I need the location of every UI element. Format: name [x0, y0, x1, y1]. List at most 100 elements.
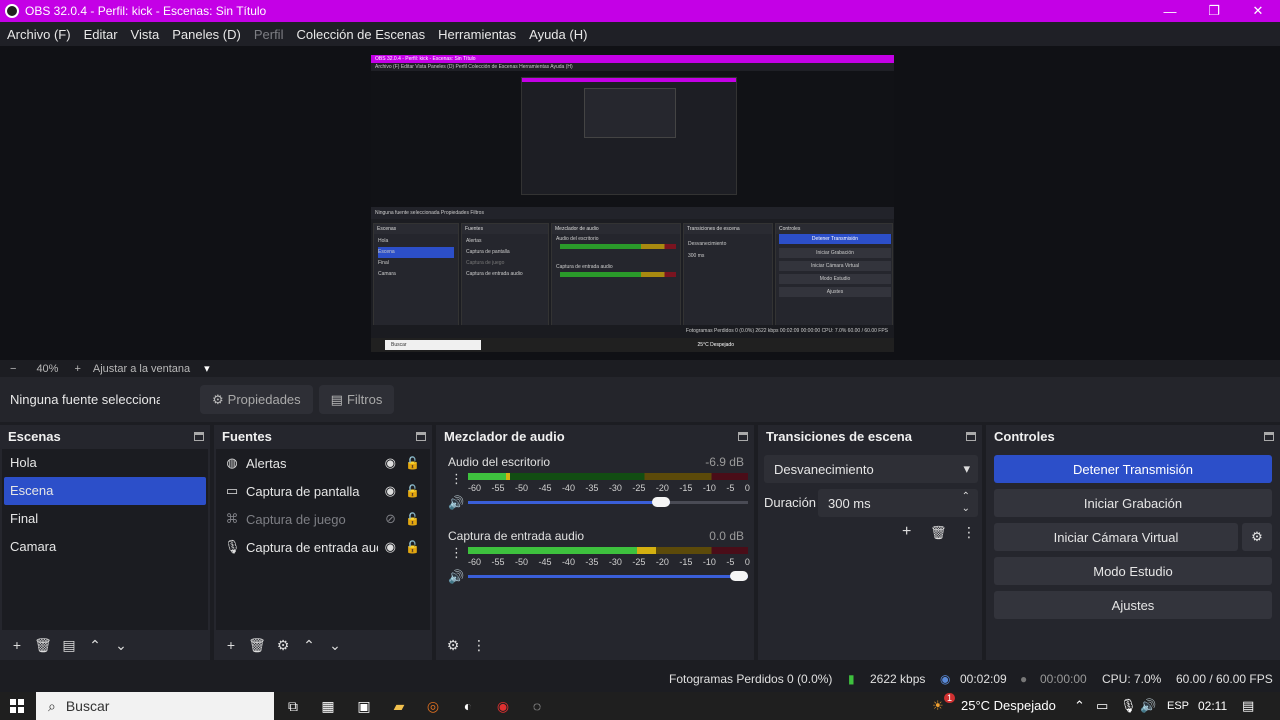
duration-input[interactable]: 300 ms ⌃ ⌄: [818, 489, 978, 517]
preview-canvas[interactable]: OBS 32.0.4 - Perfil: kick - Escenas: Sin…: [371, 55, 894, 352]
preview-area[interactable]: OBS 32.0.4 - Perfil: kick - Escenas: Sin…: [0, 46, 1280, 360]
speaker-icon[interactable]: 🔊: [448, 495, 464, 511]
volume-slider[interactable]: [468, 571, 748, 581]
eye-hidden-icon[interactable]: ⊘: [385, 511, 396, 527]
nested-button: Ajustes: [779, 287, 891, 297]
scene-item-final[interactable]: Final: [2, 505, 208, 533]
zoom-dropdown-arrow-icon[interactable]: ▾: [204, 362, 210, 375]
settings-button[interactable]: Ajustes: [994, 591, 1272, 619]
file-explorer-icon[interactable]: ▰: [390, 697, 408, 715]
notifications-icon[interactable]: ▤: [1242, 698, 1254, 714]
scene-filters-icon[interactable]: ▤: [56, 637, 82, 654]
virtual-camera-button[interactable]: Iniciar Cámara Virtual: [994, 523, 1238, 551]
source-item-alertas[interactable]: ◍ Alertas ◉ 🔓: [216, 449, 430, 477]
menu-vista[interactable]: Vista: [131, 27, 160, 42]
start-recording-button[interactable]: Iniciar Grabación: [994, 489, 1272, 517]
maximize-button[interactable]: ❐: [1192, 0, 1236, 22]
lock-icon[interactable]: 🔓: [405, 456, 420, 470]
minimize-button[interactable]: —: [1148, 0, 1192, 22]
mixer-menu-icon[interactable]: ⋮: [466, 637, 492, 654]
advanced-audio-icon[interactable]: ⚙: [440, 637, 466, 654]
zoom-in-button[interactable]: +: [74, 363, 80, 375]
scene-item-escena[interactable]: Escena: [4, 477, 206, 505]
task-view-icon[interactable]: ⧉: [284, 697, 302, 715]
menu-paneles[interactable]: Paneles (D): [172, 27, 241, 42]
add-scene-icon[interactable]: +: [4, 637, 30, 653]
undock-icon[interactable]: [738, 431, 748, 441]
eye-icon[interactable]: ◉: [385, 483, 396, 499]
nested-inner-canvas: [584, 88, 676, 138]
speaker-icon[interactable]: 🔊: [448, 569, 464, 585]
fit-to-window-label[interactable]: Ajustar a la ventana: [93, 363, 190, 375]
source-item-captura-juego[interactable]: ⌘ Captura de juego ⊘ 🔓: [216, 505, 430, 533]
widgets-icon[interactable]: ▦: [319, 697, 337, 715]
move-up-icon[interactable]: ⌃: [296, 637, 322, 654]
kebab-menu-icon[interactable]: ⋮: [450, 546, 463, 559]
chevron-up-icon[interactable]: ⌃: [1074, 698, 1085, 714]
lock-icon[interactable]: 🔓: [405, 512, 420, 526]
menu-coleccion-escenas[interactable]: Colección de Escenas: [296, 27, 425, 42]
obs-taskbar-icon[interactable]: ◌: [528, 697, 546, 715]
undock-icon[interactable]: [966, 431, 976, 441]
zoom-level: 40%: [36, 362, 59, 375]
source-toolbar: Ninguna fuente seleccionada ⚙ Propiedade…: [0, 377, 1280, 422]
move-down-icon[interactable]: ⌄: [108, 637, 134, 654]
remove-transition-icon[interactable]: 🗑: [930, 525, 947, 541]
volume-tray-icon[interactable]: 🔊: [1140, 698, 1156, 714]
properties-button[interactable]: ⚙ Propiedades: [200, 385, 313, 414]
menu-herramientas[interactable]: Herramientas: [438, 27, 516, 42]
filters-button[interactable]: ▤ Filtros: [318, 385, 395, 414]
source-item-captura-pantalla[interactable]: ▭ Captura de pantalla ◉ 🔓: [216, 477, 430, 505]
network-icon[interactable]: ▭: [1096, 698, 1108, 714]
menu-archivo[interactable]: Archivo (F): [7, 27, 71, 42]
transition-menu-icon[interactable]: ⋮: [962, 524, 976, 541]
red-app-icon[interactable]: ◉: [494, 697, 512, 715]
undock-icon[interactable]: [194, 431, 204, 441]
studio-mode-button[interactable]: Modo Estudio: [994, 557, 1272, 585]
menu-editar[interactable]: Editar: [84, 27, 118, 42]
close-button[interactable]: ✕: [1236, 0, 1280, 22]
move-down-icon[interactable]: ⌄: [322, 637, 348, 654]
eye-icon[interactable]: ◉: [385, 455, 396, 471]
clock[interactable]: 02:11: [1198, 699, 1227, 713]
lock-icon[interactable]: 🔓: [405, 540, 420, 554]
nested-button: Modo Estudio: [779, 274, 891, 284]
lock-icon[interactable]: 🔓: [405, 484, 420, 498]
add-transition-icon[interactable]: +: [902, 523, 911, 541]
nested-button: Iniciar Cámara Virtual: [779, 261, 891, 271]
undock-icon[interactable]: [1264, 431, 1274, 441]
taskbar-search[interactable]: ⌕ Buscar: [36, 692, 274, 720]
microphone-tray-icon[interactable]: 🎙: [1120, 698, 1137, 714]
windows-start-icon[interactable]: [10, 699, 24, 713]
weather-text[interactable]: 25°C Despejado: [961, 698, 1056, 713]
scene-item-hola[interactable]: Hola: [2, 449, 208, 477]
remove-scene-icon[interactable]: 🗑: [30, 637, 56, 654]
volume-slider[interactable]: [468, 497, 748, 507]
virtual-camera-settings-button[interactable]: ⚙: [1242, 523, 1272, 551]
scene-item-camara[interactable]: Camara: [2, 533, 208, 561]
nested-weather: 25°C Despejado: [697, 342, 734, 348]
undock-icon[interactable]: [416, 431, 426, 441]
photos-icon[interactable]: ▣: [355, 697, 373, 715]
slider-knob[interactable]: [730, 571, 748, 581]
stepper-arrows-icon[interactable]: ⌃ ⌄: [962, 491, 970, 515]
zoom-out-button[interactable]: −: [10, 363, 16, 375]
source-item-captura-audio[interactable]: 🎙 Captura de entrada audio ◉ 🔓: [216, 533, 430, 561]
language-indicator[interactable]: ESP: [1167, 700, 1189, 712]
transition-select[interactable]: Desvanecimiento ▾: [764, 455, 978, 483]
stream-status-icon: ◉: [940, 672, 951, 686]
weather-icon[interactable]: ☀: [932, 698, 944, 714]
stop-stream-button[interactable]: Detener Transmisión: [994, 455, 1272, 483]
kebab-menu-icon[interactable]: ⋮: [450, 472, 463, 485]
volume-meter: [468, 473, 748, 480]
remove-source-icon[interactable]: 🗑: [244, 637, 270, 654]
cpu-usage: CPU: 7.0%: [1102, 672, 1162, 686]
source-settings-icon[interactable]: ⚙: [270, 637, 296, 654]
add-source-icon[interactable]: +: [218, 637, 244, 653]
eye-icon[interactable]: ◉: [385, 539, 396, 555]
menu-ayuda[interactable]: Ayuda (H): [529, 27, 587, 42]
move-up-icon[interactable]: ⌃: [82, 637, 108, 654]
slider-knob[interactable]: [651, 497, 670, 507]
steam-icon[interactable]: ◐: [459, 697, 477, 715]
browser-icon[interactable]: ◎: [424, 697, 442, 715]
